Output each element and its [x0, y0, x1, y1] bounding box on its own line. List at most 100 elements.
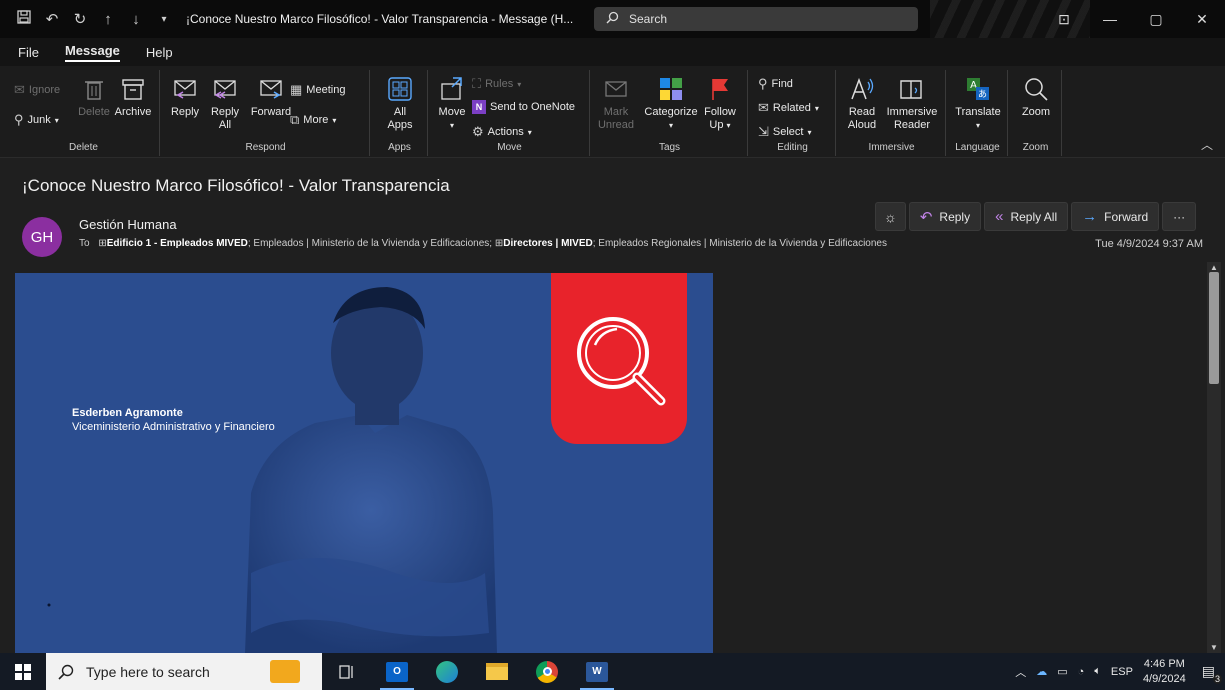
tab-help[interactable]: Help [146, 45, 173, 60]
chevron-down-icon: ▾ [449, 121, 454, 130]
ribbon-group-zoom: Zoom Zoom [1010, 70, 1062, 156]
tab-file[interactable]: File [18, 45, 39, 60]
read-aloud-button[interactable]: Read Aloud [842, 76, 882, 132]
sender-name[interactable]: Gestión Humana [79, 217, 177, 232]
delete-button[interactable]: Delete [74, 76, 114, 119]
customize-qat-icon[interactable]: ▾ [156, 14, 172, 25]
title-search-box[interactable]: Search [594, 7, 918, 31]
notifications-icon[interactable]: ▤ 3 [1202, 663, 1222, 684]
zoom-button[interactable]: Zoom [1014, 76, 1058, 119]
move-icon [441, 77, 462, 100]
chevron-down-icon: ▾ [54, 115, 59, 125]
scroll-down-icon[interactable]: ▼ [1210, 643, 1218, 652]
meeting-button[interactable]: ▦ Meeting [290, 82, 345, 98]
group-label-zoom: Zoom [1022, 142, 1049, 153]
move-button[interactable]: Move ▾ [434, 76, 470, 132]
show-hidden-icons-icon[interactable]: ︿ [1015, 664, 1026, 680]
brightness-toggle-button[interactable]: ☼ [875, 202, 906, 231]
search-placeholder: Search [629, 12, 668, 26]
clock-time: 4:46 PM [1143, 657, 1185, 670]
onedrive-icon[interactable]: ☁ [1036, 665, 1047, 678]
sender-avatar[interactable]: GH [22, 217, 62, 257]
tab-message[interactable]: Message [64, 43, 120, 62]
taskbar-search-placeholder: Type here to search [86, 663, 210, 680]
close-icon[interactable]: ✕ [1179, 11, 1225, 28]
undo-icon[interactable]: ↶ [44, 10, 60, 28]
previous-item-icon[interactable]: ↑ [100, 11, 116, 28]
redo-icon[interactable]: ↻ [72, 10, 88, 28]
forward-icon: → [1082, 208, 1098, 225]
follow-up-button[interactable]: Follow Up ▾ [700, 76, 740, 132]
immersive-reader-button[interactable]: Immersive Reader [882, 76, 942, 132]
send-to-onenote-button[interactable]: N Send to OneNote [472, 100, 575, 114]
chrome-taskbar-icon[interactable] [522, 653, 572, 690]
more-respond-button[interactable]: ⧉ More ▾ [290, 112, 336, 128]
briefcase-icon [270, 660, 300, 683]
recipient-group[interactable]: Edificio 1 - Empleados MIVED [107, 238, 248, 249]
word-taskbar-icon[interactable]: W [572, 653, 622, 690]
message-date: Tue 4/9/2024 9:37 AM [1095, 238, 1203, 250]
select-button[interactable]: ⇲ Select ▾ [758, 124, 812, 140]
forward-icon [260, 80, 282, 99]
translate-button[interactable]: Aあ Translate ▾ [952, 76, 1004, 132]
taskbar-search-box[interactable]: Type here to search [46, 653, 322, 690]
chevron-down-icon: ▾ [527, 127, 532, 137]
wifi-icon[interactable]: ◔ [1078, 666, 1085, 678]
file-explorer-taskbar-icon[interactable] [472, 653, 522, 690]
task-view-icon[interactable] [322, 653, 372, 690]
more-actions-button[interactable]: ··· [1162, 202, 1197, 231]
forward-action-button[interactable]: → Forward [1071, 202, 1160, 231]
read-aloud-icon [851, 77, 874, 100]
ribbon-group-delete: ✉ Ignore ⚲ Junk ▾ Delete Archive Delete [8, 70, 160, 156]
all-apps-button[interactable]: All Apps [378, 76, 422, 132]
junk-button[interactable]: ⚲ Junk ▾ [14, 112, 59, 128]
taskbar: Type here to search O W ︿ ☁ ▭ ◔ 🔈︎ ESP 4… [0, 653, 1225, 690]
battery-icon[interactable]: ▭ [1057, 665, 1067, 678]
save-icon[interactable] [16, 10, 32, 28]
edge-taskbar-icon[interactable] [422, 653, 472, 690]
reply-icon [174, 80, 196, 99]
next-item-icon[interactable]: ↓ [128, 11, 144, 28]
onenote-icon: N [472, 100, 486, 114]
reply-action-button[interactable]: ↶ Reply [908, 202, 982, 231]
scrollbar-thumb[interactable] [1209, 272, 1219, 384]
calendar-icon: ▦ [290, 82, 303, 97]
start-button[interactable] [0, 653, 46, 690]
ribbon-display-options-icon[interactable]: ⊡ [1041, 11, 1087, 28]
person-role: Viceministerio Administrativo y Financie… [72, 421, 275, 433]
expand-group-icon[interactable]: ⊞ [495, 238, 503, 249]
minimize-icon[interactable]: — [1087, 11, 1133, 27]
restore-icon[interactable]: ▢ [1133, 11, 1179, 28]
ignore-button[interactable]: ✉ Ignore [14, 82, 60, 98]
volume-icon[interactable]: 🔈︎ [1094, 665, 1101, 678]
sun-icon: ☼ [884, 208, 897, 225]
reply-all-action-button[interactable]: « Reply All [984, 202, 1069, 231]
outlook-taskbar-icon[interactable]: O [372, 653, 422, 690]
clock[interactable]: 4:46 PM 4/9/2024 [1143, 657, 1186, 687]
ribbon-group-editing: ⚲ Find ✉ Related ▾ ⇲ Select ▾ Editing [750, 70, 836, 156]
ribbon-group-language: Aあ Translate ▾ Language [948, 70, 1008, 156]
related-button[interactable]: ✉ Related ▾ [758, 100, 819, 116]
ribbon-group-immersive: Read Aloud Immersive Reader Immersive [838, 70, 946, 156]
rules-button[interactable]: ⛶ Rules ▾ [472, 76, 521, 92]
recipient-group[interactable]: Directores | MIVED [503, 238, 593, 249]
collapse-ribbon-icon[interactable]: ︿ [1201, 136, 1213, 153]
reply-all-button[interactable]: Reply All [206, 76, 244, 132]
reply-button[interactable]: Reply [166, 76, 204, 119]
scroll-up-icon[interactable]: ▲ [1210, 263, 1218, 272]
language-indicator[interactable]: ESP [1111, 666, 1133, 678]
taskbar-apps: O W [322, 653, 622, 690]
categorize-button[interactable]: Categorize ▾ [640, 76, 702, 132]
mark-unread-button[interactable]: Mark Unread [594, 76, 638, 132]
zoom-icon [1025, 78, 1048, 101]
archive-button[interactable]: Archive [110, 76, 156, 119]
forward-button[interactable]: Forward [248, 76, 294, 119]
title-bar: ↶ ↻ ↑ ↓ ▾ ¡Conoce Nuestro Marco Filosófi… [0, 0, 1225, 38]
search-icon [606, 11, 619, 27]
notification-count: 3 [1212, 674, 1222, 684]
message-scrollbar[interactable]: ▲ ▼ [1207, 262, 1221, 653]
expand-group-icon[interactable]: ⊞ [98, 238, 106, 249]
find-button[interactable]: ⚲ Find [758, 76, 793, 92]
menu-tabs: File Message Help [0, 38, 1225, 66]
actions-button[interactable]: ⚙ Actions ▾ [472, 124, 532, 140]
